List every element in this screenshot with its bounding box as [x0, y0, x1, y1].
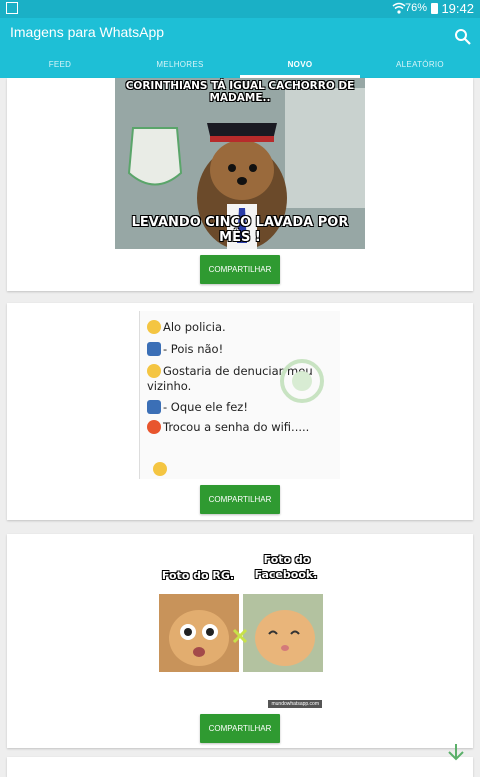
watermark: mundowhatsapp.com — [268, 700, 322, 708]
police-officer-icon — [147, 342, 161, 356]
meme-label-right-line1: Foto do — [263, 553, 311, 566]
chat-line: Alo policia. — [147, 320, 226, 334]
angry-face-icon — [147, 364, 161, 378]
post-image-chat-joke[interactable]: Alo policia. - Pois não! Gostaria de den… — [139, 311, 340, 479]
chat-line: vizinho. — [147, 379, 192, 393]
scared-cat-picture — [159, 594, 239, 672]
happy-cat-picture — [243, 594, 323, 672]
app-title: Imagens para WhatsApp — [10, 24, 165, 40]
chat-line: - Pois não! — [147, 342, 223, 356]
battery-percent: 76% — [404, 2, 427, 14]
tab-aleatorio[interactable]: ALEATÓRIO — [360, 54, 480, 78]
x-mark-icon — [232, 628, 248, 644]
share-button[interactable]: COMPARTILHAR — [200, 485, 280, 514]
relieved-face-icon — [153, 462, 167, 476]
tab-bar: FEED MELHORES NOVO ALEATÓRIO — [0, 54, 480, 78]
wifi-icon — [392, 2, 406, 14]
meme-label-left: Foto do RG. — [161, 569, 235, 582]
search-icon[interactable] — [454, 28, 472, 46]
police-officer-icon — [147, 400, 161, 414]
share-button[interactable]: COMPARTILHAR — [200, 255, 280, 284]
clock: 19:42 — [441, 1, 474, 16]
pouting-face-icon — [147, 420, 161, 434]
tab-feed[interactable]: FEED — [0, 54, 120, 78]
tab-melhores[interactable]: MELHORES — [120, 54, 240, 78]
battery-icon — [431, 3, 438, 14]
relieved-face-icon — [147, 320, 161, 334]
meme-caption-top: CORINTHIANS TÁ IGUAL CACHORRO DE MADAME.… — [125, 80, 355, 104]
meme-label-right-line2: Facebook. — [254, 568, 318, 581]
share-button[interactable]: COMPARTILHAR — [200, 714, 280, 743]
post-card: Alo policia. - Pois não! Gostaria de den… — [7, 303, 473, 520]
gallery-notification-icon — [6, 2, 18, 14]
post-card — [7, 757, 473, 777]
post-card: Foto do RG. Foto do Facebook. mundowhats… — [7, 534, 473, 748]
app-bar: Imagens para WhatsApp FEED MELHORES NOVO… — [0, 18, 480, 78]
post-image-dog-meme[interactable]: CORINTHIANS TÁ IGUAL CACHORRO DE MADAME.… — [115, 78, 365, 249]
post-image-cat-meme[interactable]: Foto do RG. Foto do Facebook. mundowhats… — [156, 542, 324, 710]
whatsapp-watermark-icon — [280, 359, 324, 403]
arrow-down-icon[interactable] — [446, 742, 466, 762]
chat-line: - Oque ele fez! — [147, 400, 248, 414]
tab-novo[interactable]: NOVO — [240, 54, 360, 78]
post-card: CORINTHIANS TÁ IGUAL CACHORRO DE MADAME.… — [7, 78, 473, 291]
status-bar: 76% 19:42 — [0, 0, 480, 18]
meme-caption-bottom: LEVANDO CINCO LAVADA POR MÊS ! — [131, 215, 349, 245]
